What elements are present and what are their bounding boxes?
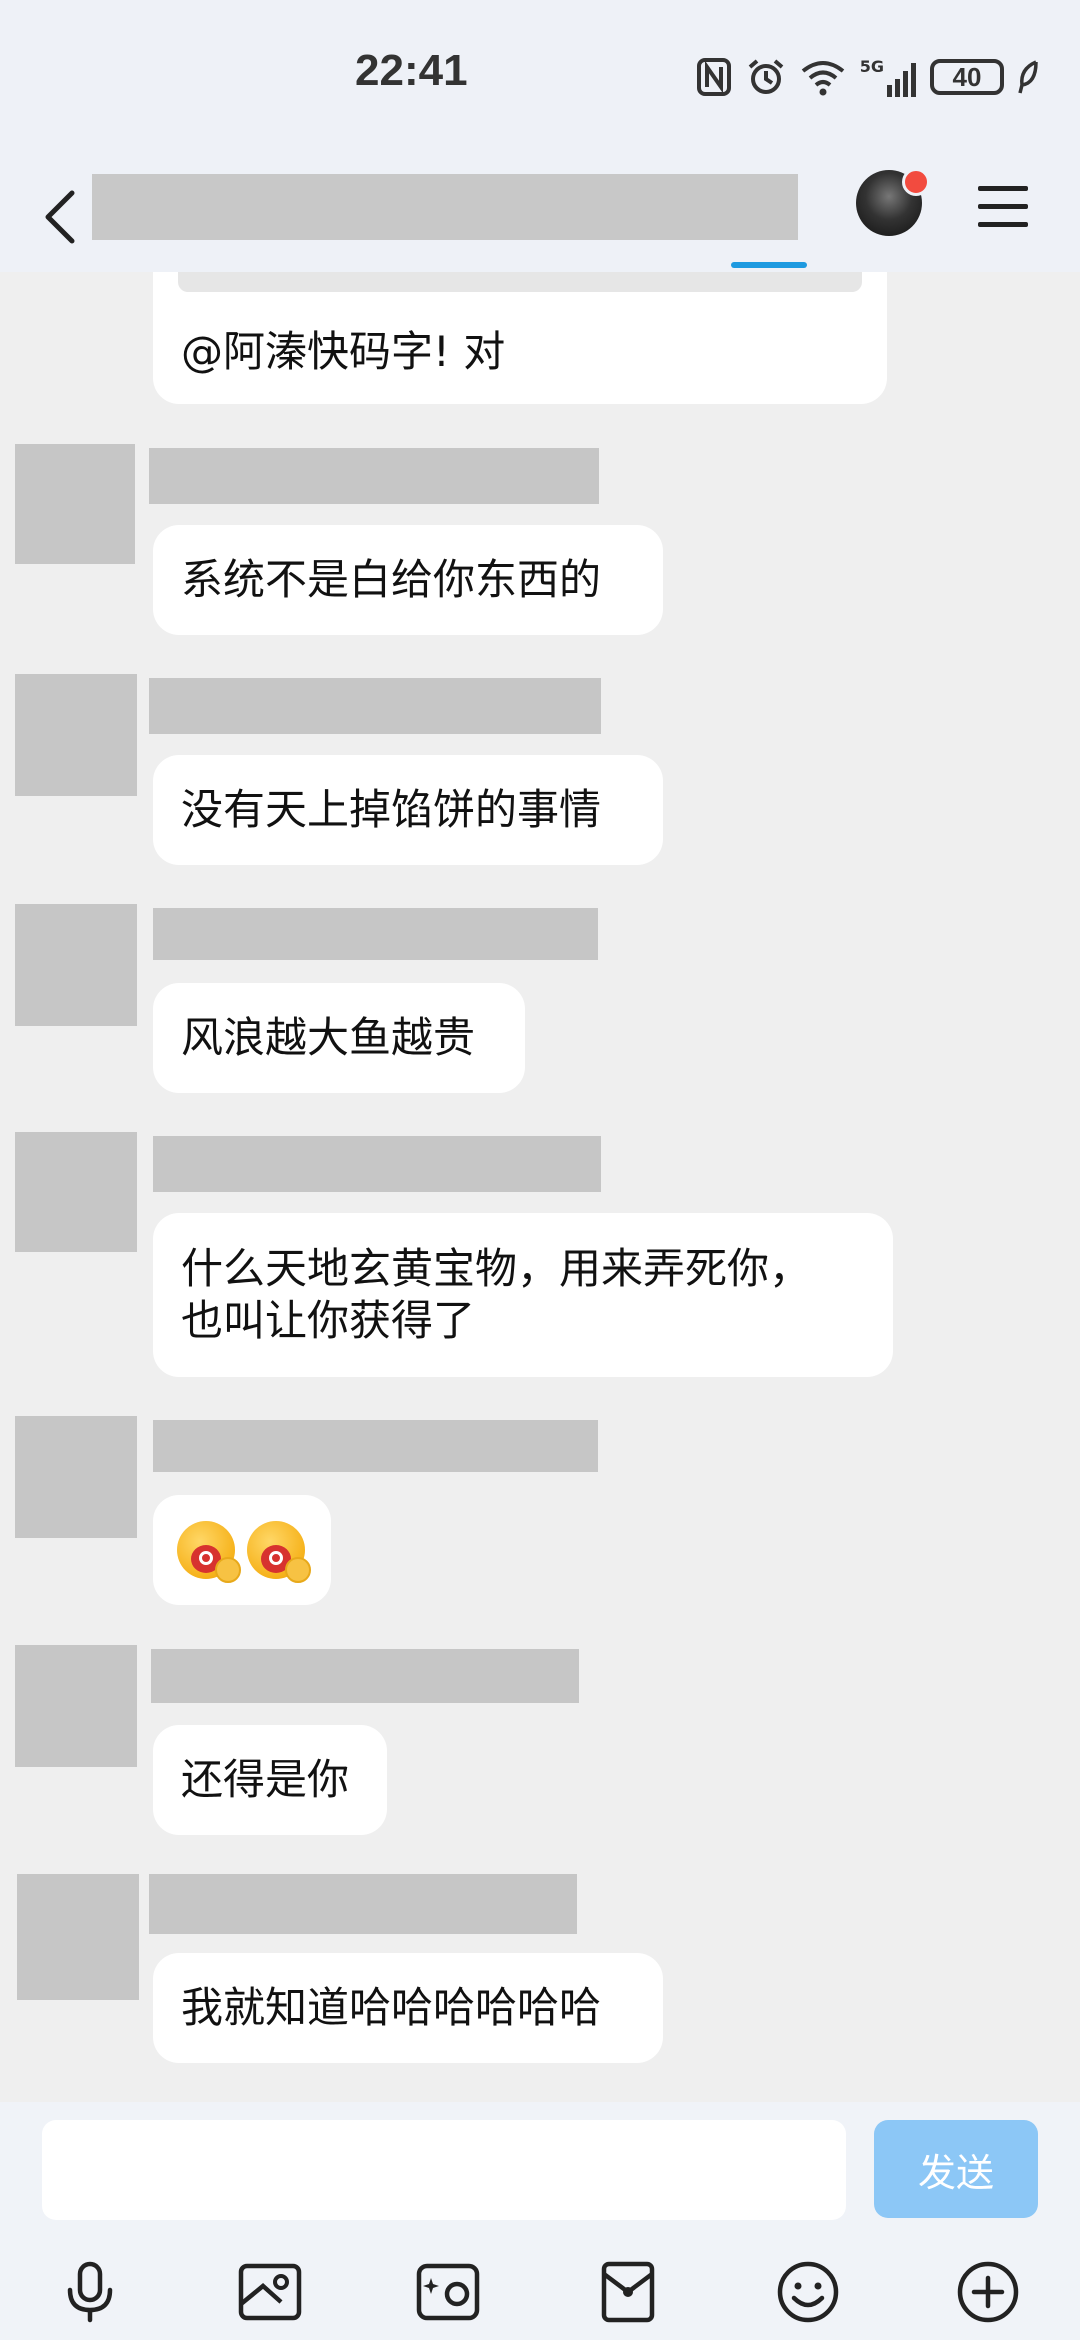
message-bubble[interactable]: 什么天地玄黄宝物，用来弄死你， 也叫让你获得了 xyxy=(153,1213,893,1377)
lollipop-face-emoji xyxy=(247,1521,311,1583)
sender-name-redacted xyxy=(153,908,598,960)
clock: 22:41 xyxy=(355,46,468,95)
leaf-icon xyxy=(1018,60,1038,94)
send-button[interactable]: 发送 xyxy=(874,2120,1038,2218)
more-button[interactable] xyxy=(946,2250,1030,2334)
wifi-icon xyxy=(801,61,844,96)
chat-header xyxy=(0,160,1080,272)
microphone-icon xyxy=(67,2261,113,2323)
notification-badge xyxy=(902,168,930,196)
sender-avatar-redacted[interactable] xyxy=(15,904,137,1026)
nfc-icon xyxy=(696,58,731,96)
camera-icon xyxy=(416,2263,480,2321)
alarm-icon xyxy=(748,59,784,94)
camera-button[interactable] xyxy=(406,2250,490,2334)
sender-name-redacted xyxy=(153,1420,598,1472)
voice-button[interactable] xyxy=(48,2250,132,2334)
emoji-button[interactable] xyxy=(766,2250,850,2334)
image-icon xyxy=(238,2263,302,2321)
emoji-icon xyxy=(777,2261,839,2323)
sender-name-redacted xyxy=(151,1649,579,1703)
hamburger-icon xyxy=(978,186,1028,191)
message-bubble[interactable]: 没有天上掉馅饼的事情 xyxy=(153,755,663,865)
message-text: 我就知道哈哈哈哈哈哈 xyxy=(181,1983,602,2032)
message-bubble[interactable]: 我就知道哈哈哈哈哈哈 xyxy=(153,1953,663,2063)
message-bubble[interactable]: 风浪越大鱼越贵 xyxy=(153,983,525,1093)
sender-name-redacted xyxy=(153,1136,601,1192)
composer-bar: 发送 xyxy=(0,2102,1080,2340)
battery-indicator: 40 xyxy=(930,59,1004,95)
message-text: 还得是你 xyxy=(181,1755,350,1804)
tab-indicator xyxy=(731,262,807,268)
chevron-left-icon xyxy=(45,190,75,244)
emoji-message-bubble[interactable] xyxy=(153,1495,331,1605)
sender-avatar-redacted[interactable] xyxy=(15,674,137,796)
status-bar: 22:41 5G 40 xyxy=(0,0,1080,160)
red-packet-button[interactable] xyxy=(586,2250,670,2334)
sender-name-redacted xyxy=(149,1874,577,1934)
back-button[interactable] xyxy=(28,172,92,262)
message-text: 风浪越大鱼越贵 xyxy=(181,1013,476,1062)
message-text: 没有天上掉馅饼的事情 xyxy=(181,785,602,834)
message-text: @阿溱快码字! 对 xyxy=(181,327,506,376)
signal-indicator: 5G xyxy=(860,57,916,97)
menu-button[interactable] xyxy=(978,186,1028,236)
sender-avatar-redacted[interactable] xyxy=(17,1874,139,2000)
message-bubble[interactable]: 系统不是白给你东西的 xyxy=(153,525,663,635)
lollipop-face-emoji xyxy=(177,1521,241,1583)
sender-avatar-redacted[interactable] xyxy=(15,1645,137,1767)
sender-avatar-redacted[interactable] xyxy=(15,1416,137,1538)
message-text: 什么天地玄黄宝物，用来弄死你， 也叫让你获得了 xyxy=(181,1244,812,1345)
status-icons: 5G 40 xyxy=(696,52,1040,102)
sender-avatar-redacted[interactable] xyxy=(15,1132,137,1252)
plus-icon xyxy=(957,2261,1019,2323)
group-title-redacted xyxy=(92,174,798,240)
red-packet-icon xyxy=(601,2261,655,2323)
message-text: 系统不是白给你东西的 xyxy=(181,555,602,604)
sender-avatar-redacted[interactable] xyxy=(15,444,135,564)
message-bubble[interactable]: 还得是你 xyxy=(153,1725,387,1835)
message-list[interactable]: @阿溱快码字! 对 系统不是白给你东西的 没有天上掉馅饼的事情 风浪越大鱼越贵 … xyxy=(0,272,1080,2102)
quoted-message[interactable] xyxy=(178,272,862,292)
sender-name-redacted xyxy=(149,448,599,504)
network-type: 5G xyxy=(859,57,884,76)
message-input[interactable] xyxy=(42,2120,846,2220)
image-button[interactable] xyxy=(228,2250,312,2334)
sender-name-redacted xyxy=(149,678,601,734)
